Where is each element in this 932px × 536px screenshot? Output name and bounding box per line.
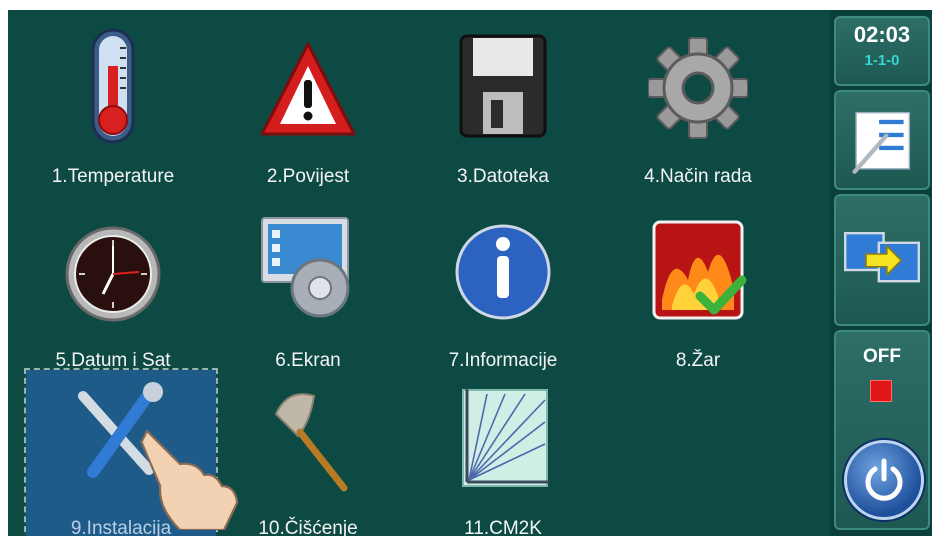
menu-item-label: 7.Informacije	[448, 350, 558, 371]
floppy-disk-icon	[459, 34, 547, 138]
settings-button[interactable]	[834, 90, 930, 190]
menu-item-label: 10.Čišćenje	[258, 518, 358, 536]
menu-item-label: 1.Temperature	[51, 166, 175, 187]
screen-switch-button[interactable]	[834, 194, 930, 326]
menu-item-cm2k[interactable]: 11.CM2K	[408, 370, 598, 536]
menu-item-label: 2.Povijest	[266, 166, 350, 187]
menu-item-label: 4.Način rada	[644, 166, 752, 187]
monitor-gear-icon	[261, 217, 350, 318]
screen-switch-icon	[844, 232, 920, 283]
menu-item-ciscenje[interactable]: 10.Čišćenje	[213, 370, 403, 536]
menu-item-instalacija[interactable]: 9.Instalacija	[24, 368, 239, 536]
power-panel: OFF	[834, 330, 930, 530]
embers-check-icon	[652, 220, 747, 320]
menu-item-temperature[interactable]: 1.Temperature	[18, 18, 208, 188]
menu-item-label: 8.Žar	[675, 350, 721, 371]
status-indicator	[870, 380, 892, 402]
gear-icon	[648, 37, 748, 139]
graph-icon	[462, 388, 549, 487]
duster-icon	[274, 393, 348, 492]
menu-item-label: 11.CM2K	[464, 518, 542, 536]
menu-item-ekran[interactable]: 6.Ekran	[213, 202, 403, 372]
menu-item-label: 6.Ekran	[275, 350, 341, 371]
menu-item-zar[interactable]: 8.Žar	[603, 202, 793, 372]
power-icon	[865, 458, 903, 501]
menu-item-label: 5.Datum i Sat	[55, 350, 171, 371]
time-text: 02:03	[853, 22, 911, 47]
warning-icon	[260, 42, 356, 136]
power-button[interactable]	[844, 440, 924, 520]
main-screen: 1.Temperature 2.Povijest 3.Datoteka 4.Na…	[8, 10, 932, 536]
menu-item-informacije[interactable]: 7.Informacije	[408, 202, 598, 372]
thermometer-icon	[91, 28, 135, 144]
menu-item-label: 9.Instalacija	[70, 518, 172, 536]
info-icon	[455, 224, 551, 320]
menu-item-datum-i-sat[interactable]: 5.Datum i Sat	[18, 202, 208, 372]
menu-item-povijest[interactable]: 2.Povijest	[213, 18, 403, 188]
menu-item-label: 3.Datoteka	[457, 166, 549, 187]
menu-item-datoteka[interactable]: 3.Datoteka	[408, 18, 598, 188]
pen-form-icon	[852, 111, 911, 174]
clock-icon	[65, 226, 161, 322]
menu-item-nacin-rada[interactable]: 4.Način rada	[603, 18, 793, 188]
date-text: 1-1-0	[864, 52, 900, 69]
clock-display: 02:03 1-1-0	[834, 16, 930, 86]
status-text: OFF	[863, 346, 901, 367]
sidebar: 02:03 1-1-0 OFF	[830, 10, 932, 536]
